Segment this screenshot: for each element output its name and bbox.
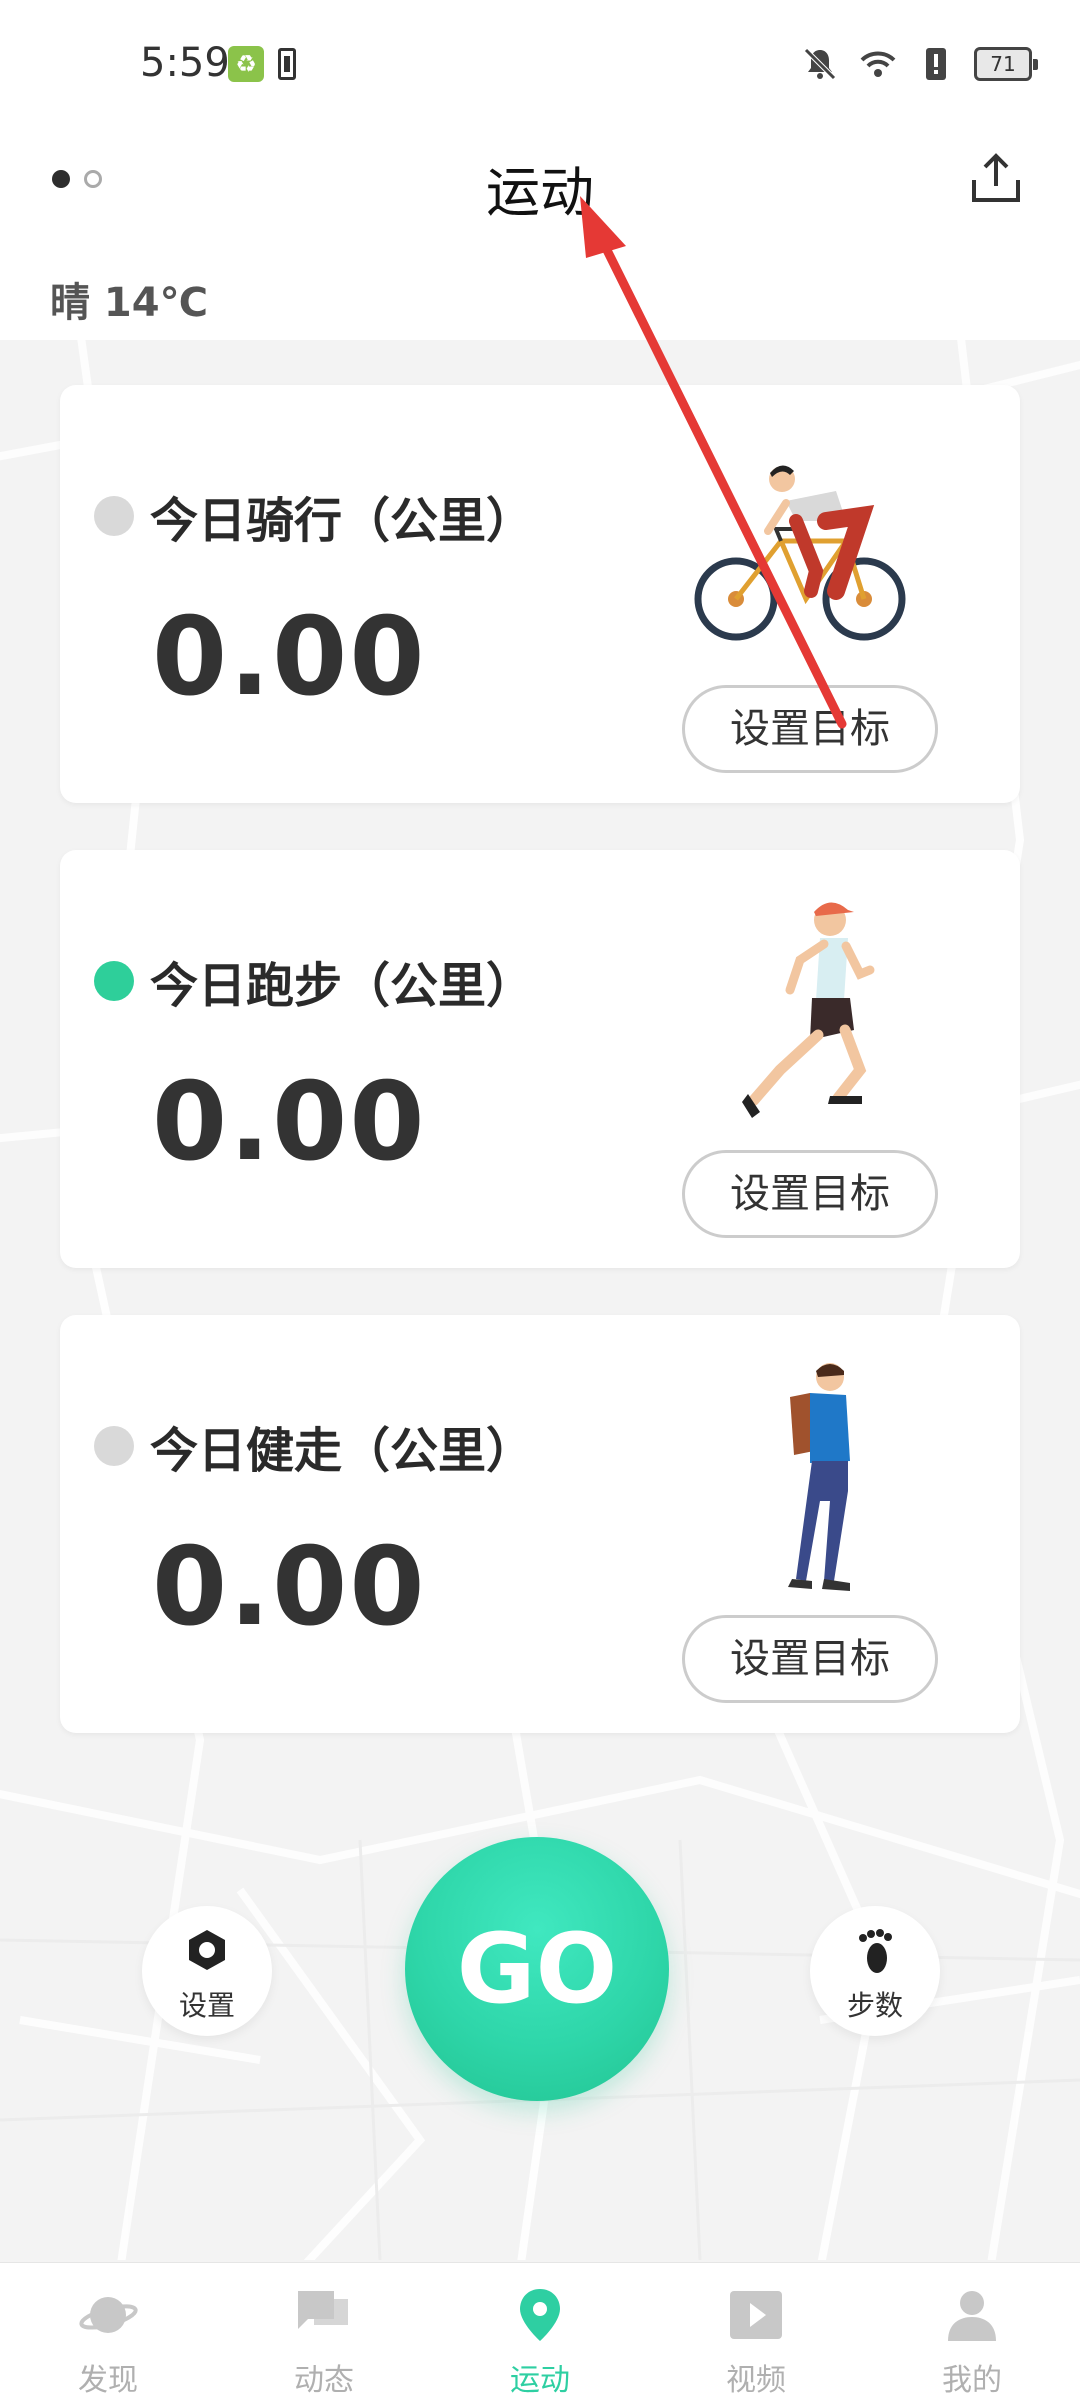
tab-video-label: 视频 (726, 2363, 786, 2398)
planet-icon (79, 2297, 138, 2333)
running-set-goal-button[interactable]: 设置目标 (682, 1150, 938, 1238)
tab-feed[interactable]: 动态 (216, 2263, 432, 2401)
status-notification-icons: ♻ (228, 46, 296, 82)
person-icon (948, 2291, 996, 2341)
cycling-set-goal-button[interactable]: 设置目标 (682, 685, 938, 773)
walking-label: 今日健走（公里） (94, 1411, 534, 1481)
tab-feed-label: 动态 (294, 2363, 354, 2398)
cycling-label: 今日骑行（公里） (94, 481, 534, 551)
tab-discover[interactable]: 发现 (0, 2263, 216, 2401)
walking-title: 今日健走（公里） (150, 1423, 535, 1479)
settings-label: 设置 (178, 1989, 235, 2022)
running-status-dot (94, 961, 134, 1001)
bottom-tab-bar: 发现 动态 运动 视频 我的 (0, 2262, 1080, 2401)
settings-button[interactable]: 设置 (142, 1906, 272, 2036)
app-notification-icon: ♻ (228, 46, 264, 82)
page-title: 运动 (486, 161, 594, 224)
tab-discover-label: 发现 (78, 2363, 138, 2398)
tab-video[interactable]: 视频 (648, 2263, 864, 2401)
mute-bell-icon (804, 48, 836, 80)
sim-alert-icon (278, 48, 296, 80)
footprint-icon (859, 1929, 892, 1973)
status-time: 5:59 (140, 40, 230, 86)
walking-card[interactable]: 今日健走（公里） 0.00 设置目标 (60, 1315, 1020, 1733)
cycling-status-dot (94, 496, 134, 536)
header: 运动 晴 14℃ (0, 130, 1080, 340)
running-label: 今日跑步（公里） (94, 946, 534, 1016)
go-button[interactable]: GO (405, 1837, 669, 2101)
status-system-icons: 71 (800, 44, 1038, 84)
running-card[interactable]: 今日跑步（公里） 0.00 设置目标 (60, 850, 1020, 1268)
cyclist-illustration (694, 465, 906, 641)
weather-info: 晴 14℃ (50, 280, 209, 326)
wifi-icon (860, 51, 896, 77)
location-pin-icon (520, 2289, 560, 2341)
settings-hexagon-icon (189, 1930, 225, 1970)
tab-me[interactable]: 我的 (864, 2263, 1080, 2401)
share-icon[interactable] (966, 148, 1026, 208)
walking-set-goal-button[interactable]: 设置目标 (682, 1615, 938, 1703)
sim-warning-icon (926, 48, 946, 80)
cycling-title: 今日骑行（公里） (150, 493, 535, 549)
walking-status-dot (94, 1426, 134, 1466)
steps-label: 步数 (846, 1989, 903, 2022)
walking-distance: 0.00 (152, 1525, 427, 1650)
chat-icon (298, 2291, 348, 2329)
status-bar: 5:59 ♻ 71 (0, 0, 1080, 130)
steps-button[interactable]: 步数 (810, 1906, 940, 2036)
runner-illustration (742, 902, 875, 1118)
running-distance: 0.00 (152, 1060, 427, 1185)
tab-sport-label: 运动 (510, 2363, 570, 2398)
tab-sport[interactable]: 运动 (432, 2263, 648, 2401)
tab-me-label: 我的 (942, 2363, 1002, 2398)
walker-illustration (788, 1363, 850, 1591)
battery-icon: 71 (974, 47, 1038, 81)
running-title: 今日跑步（公里） (150, 958, 535, 1014)
cycling-distance: 0.00 (152, 595, 427, 720)
play-icon (730, 2291, 782, 2339)
cycling-card[interactable]: 今日骑行（公里） 0.00 设置目标 (60, 385, 1020, 803)
